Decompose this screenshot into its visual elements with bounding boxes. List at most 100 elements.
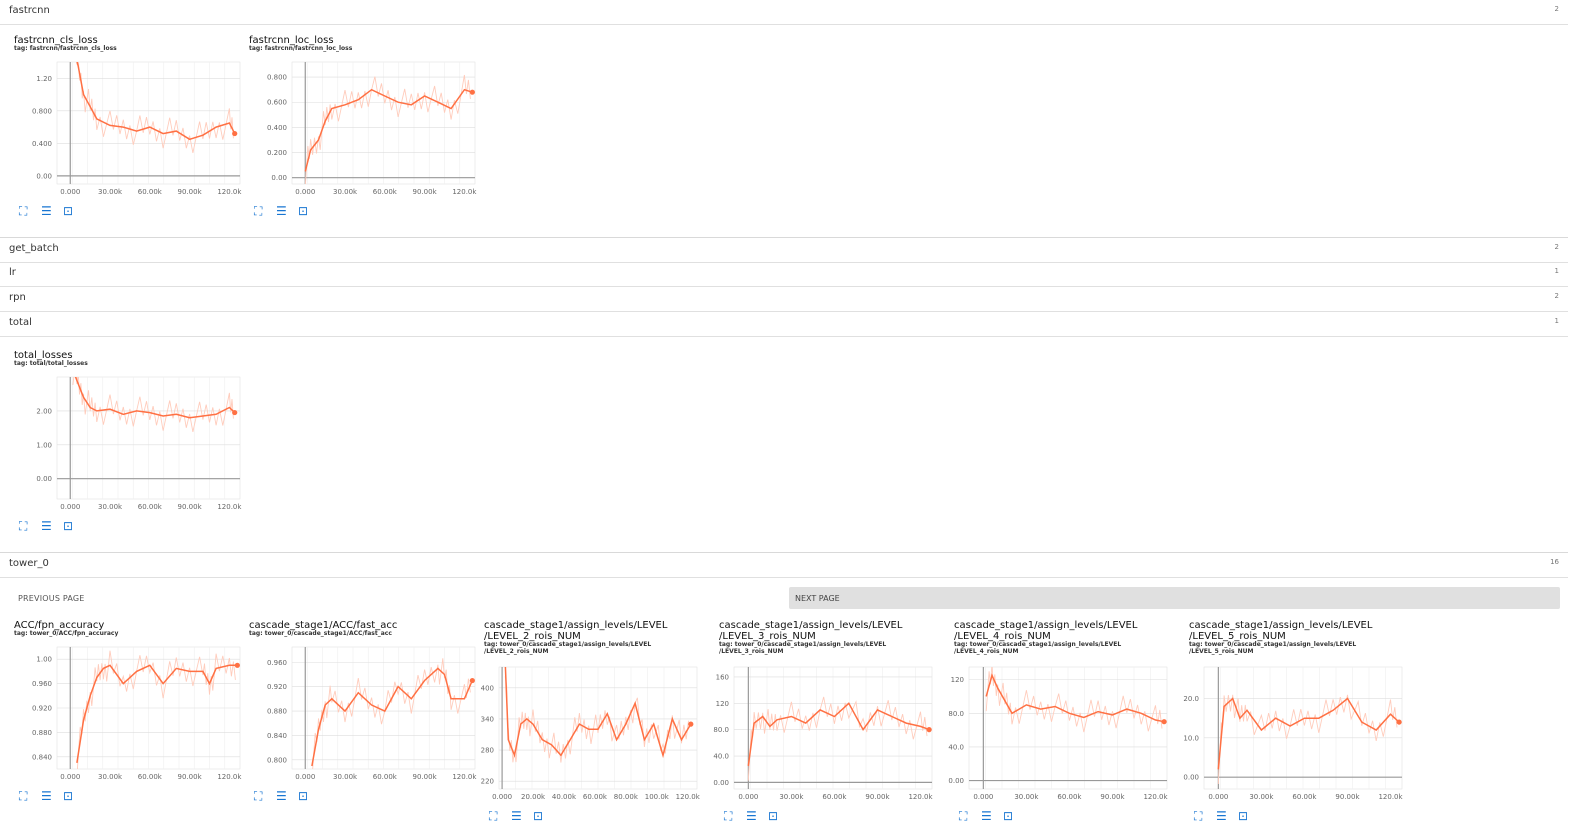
- fullscreen-icon[interactable]: ⛶: [254, 790, 262, 802]
- fullscreen-icon[interactable]: ⛶: [19, 205, 27, 217]
- list-icon[interactable]: ☰: [1216, 810, 1227, 822]
- list-icon[interactable]: ☰: [41, 520, 52, 532]
- y-tick-label: 0.00: [271, 174, 287, 182]
- x-tick-label: 90.00k: [413, 773, 438, 781]
- y-tick-label: 40.0: [713, 753, 729, 761]
- x-tick-label: 0.000: [60, 188, 80, 196]
- next-page-button[interactable]: NEXT PAGE: [789, 587, 1560, 609]
- x-tick-label: 30.00k: [779, 793, 804, 801]
- x-tick-label: 120.0k: [452, 188, 477, 196]
- y-tick-label: 0.920: [32, 705, 52, 713]
- x-tick-label: 120.0k: [1143, 793, 1168, 801]
- y-tick-label: 0.00: [948, 777, 964, 785]
- chart-title-line: cascade_stage1/assign_levels/LEVEL: [484, 620, 668, 631]
- list-icon[interactable]: ☰: [276, 205, 287, 217]
- chart-tag-line: tag: tower_0/cascade_stage1/assign_level…: [954, 641, 1122, 648]
- line-chart[interactable]: 0.840 0.880 0.920 0.960 1.00 0.000 30.00k 60.00…: [14, 646, 246, 785]
- section-header-tower-0[interactable]: tower_0 16: [0, 552, 1568, 578]
- fullscreen-icon[interactable]: ⛶: [254, 205, 262, 217]
- section-name: lr: [9, 267, 16, 278]
- section-header-lr[interactable]: lr 1: [0, 262, 1568, 287]
- chart-tag-line: /LEVEL_4_rois_NUM: [954, 648, 1019, 655]
- y-tick-label: 0.920: [267, 683, 287, 691]
- fit-domain-icon[interactable]: ⊡: [1003, 810, 1013, 822]
- y-tick-label: 1.00: [36, 656, 52, 664]
- line-chart[interactable]: 0.00 1.00 2.00 0.000 30.00k 60.00k 90.00k 120.0…: [14, 376, 246, 515]
- list-icon[interactable]: ☰: [981, 810, 992, 822]
- fit-domain-icon[interactable]: ⊡: [533, 810, 543, 822]
- fit-domain-icon[interactable]: ⊡: [63, 790, 73, 802]
- section-count: 2: [1554, 292, 1559, 300]
- fit-domain-icon[interactable]: ⊡: [63, 205, 73, 217]
- list-icon[interactable]: ☰: [746, 810, 757, 822]
- chart-tag: tag: tower_0/cascade_stage1/assign_level…: [484, 641, 651, 655]
- last-value-dot: [469, 89, 475, 95]
- y-tick-label: 0.960: [267, 659, 287, 667]
- section-header-rpn[interactable]: rpn 2: [0, 287, 1568, 312]
- fullscreen-icon[interactable]: ⛶: [489, 810, 497, 822]
- x-tick-label: 30.00k: [1249, 793, 1274, 801]
- y-tick-label: 0.400: [32, 140, 52, 148]
- list-icon[interactable]: ☰: [511, 810, 522, 822]
- x-tick-label: 90.00k: [178, 773, 203, 781]
- section-header-get-batch[interactable]: get_batch 2: [0, 237, 1568, 263]
- previous-page-button[interactable]: PREVIOUS PAGE: [18, 594, 85, 603]
- y-tick-label: 10.0: [1183, 734, 1199, 742]
- fit-domain-icon[interactable]: ⊡: [298, 790, 308, 802]
- line-chart[interactable]: 0.00 0.400 0.800 1.20 0.000 30.00k 60.00k 90.00…: [14, 61, 246, 200]
- x-tick-label: 90.00k: [1335, 793, 1360, 801]
- section-header-fastrcnn[interactable]: fastrcnn 2: [0, 0, 1568, 25]
- fit-domain-icon[interactable]: ⊡: [298, 205, 308, 217]
- y-tick-label: 0.880: [32, 729, 52, 737]
- y-tick-label: 0.800: [32, 107, 52, 115]
- line-chart[interactable]: 0.00 40.0 80.0 120 160 0.000 30.00k 60.00k 90.00…: [713, 666, 938, 805]
- list-icon[interactable]: ☰: [41, 205, 52, 217]
- last-value-dot: [232, 130, 238, 137]
- x-tick-label: 80.00k: [614, 793, 639, 801]
- x-tick-label: 90.00k: [865, 793, 890, 801]
- fullscreen-icon[interactable]: ⛶: [19, 790, 27, 802]
- section-count: 1: [1554, 317, 1559, 325]
- x-tick-label: 100.0k: [645, 793, 670, 801]
- y-tick-label: 2.00: [36, 407, 52, 415]
- y-tick-label: 400: [481, 684, 494, 692]
- y-tick-label: 0.00: [1183, 774, 1199, 782]
- line-chart[interactable]: 0.00 0.200 0.400 0.600 0.800 0.000 30.00k 60.00…: [249, 61, 481, 200]
- fullscreen-icon[interactable]: ⛶: [959, 810, 967, 822]
- chart-tag: tag: tower_0/cascade_stage1/assign_level…: [954, 641, 1121, 655]
- fullscreen-icon[interactable]: ⛶: [724, 810, 732, 822]
- x-tick-label: 0.000: [973, 793, 993, 801]
- line-chart[interactable]: 0.800 0.840 0.880 0.920 0.960 0.000 30.00k 60.0…: [249, 646, 481, 785]
- chart-tag-line: tag: tower_0/cascade_stage1/assign_level…: [719, 641, 887, 648]
- x-tick-label: 60.00k: [583, 793, 608, 801]
- x-tick-label: 120.0k: [217, 503, 242, 511]
- x-tick-label: 120.0k: [452, 773, 477, 781]
- list-icon[interactable]: ☰: [276, 790, 287, 802]
- x-tick-label: 120.0k: [908, 793, 933, 801]
- chart-tag-line: /LEVEL_5_rois_NUM: [1189, 648, 1254, 655]
- x-tick-label: 90.00k: [413, 188, 438, 196]
- line-chart[interactable]: 0.00 40.0 80.0 120 0.000 30.00k 60.00k 90.00k 12…: [948, 666, 1173, 805]
- chart-title: cascade_stage1/assign_levels/LEVEL/LEVEL…: [1189, 620, 1372, 642]
- y-tick-label: 0.800: [267, 74, 287, 82]
- x-tick-label: 60.00k: [138, 188, 163, 196]
- x-tick-label: 60.00k: [373, 188, 398, 196]
- list-icon[interactable]: ☰: [41, 790, 52, 802]
- y-tick-label: 280: [481, 747, 494, 755]
- fit-domain-icon[interactable]: ⊡: [1238, 810, 1248, 822]
- line-chart[interactable]: 0.00 10.0 20.0 0.000 30.00k 60.00k 90.00k 120.0…: [1183, 666, 1408, 805]
- x-tick-label: 90.00k: [178, 188, 203, 196]
- line-chart[interactable]: 220 280 340 400 0.000 20.00k 40.00k 60.00k 80.00…: [481, 666, 703, 805]
- y-tick-label: 0.840: [267, 732, 287, 740]
- y-tick-label: 0.800: [267, 756, 287, 764]
- x-tick-label: 120.0k: [217, 188, 242, 196]
- fullscreen-icon[interactable]: ⛶: [19, 520, 27, 532]
- fit-domain-icon[interactable]: ⊡: [768, 810, 778, 822]
- y-tick-label: 0.960: [32, 680, 52, 688]
- section-count: 2: [1554, 5, 1559, 13]
- fit-domain-icon[interactable]: ⊡: [63, 520, 73, 532]
- section-header-total[interactable]: total 1: [0, 312, 1568, 337]
- x-tick-label: 90.00k: [1100, 793, 1125, 801]
- fullscreen-icon[interactable]: ⛶: [1194, 810, 1202, 822]
- y-tick-label: 340: [481, 715, 494, 723]
